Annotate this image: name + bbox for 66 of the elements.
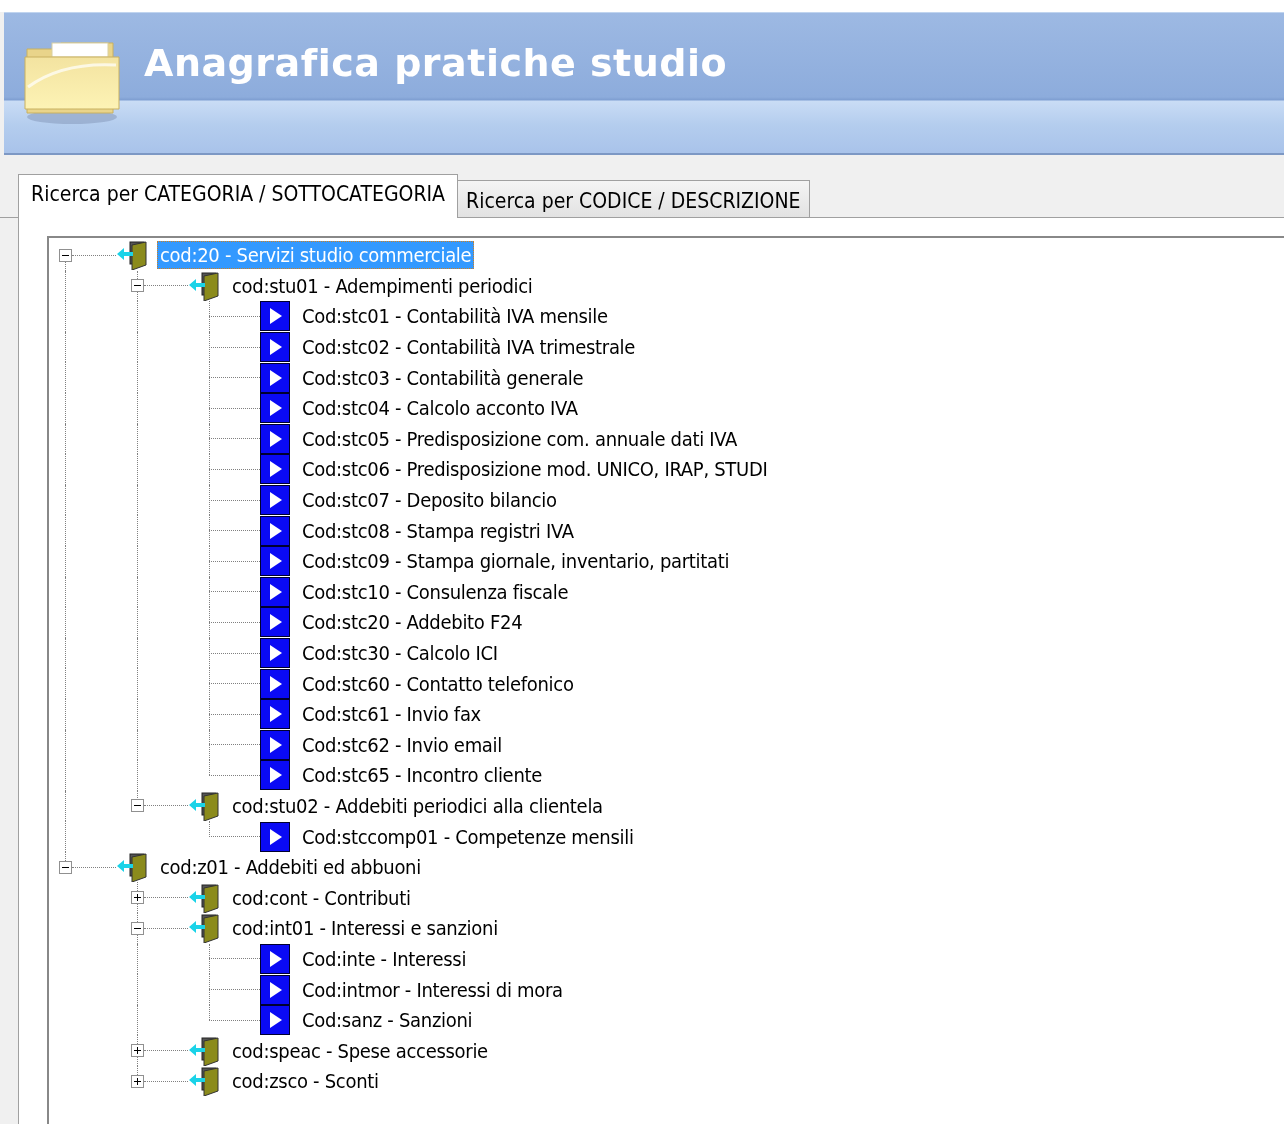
tree-item[interactable]: Cod:stc10 - Consulenza fiscale [299, 577, 572, 606]
play-icon [260, 546, 290, 577]
collapse-button[interactable] [59, 248, 72, 262]
expand-button[interactable] [131, 1044, 144, 1058]
play-icon [260, 423, 290, 454]
window-title: Anagrafica pratiche studio [144, 41, 728, 85]
tree-item[interactable]: Cod:stc20 - Addebito F24 [299, 608, 526, 637]
tree-item[interactable]: Cod:sanz - Sanzioni [299, 1006, 476, 1035]
tree-item[interactable]: cod:cont - Contributi [229, 883, 414, 912]
play-icon [260, 699, 290, 730]
tree-item[interactable]: Cod:stc01 - Contabilità IVA mensile [299, 302, 611, 331]
play-icon [260, 332, 290, 363]
collapse-button[interactable] [131, 799, 144, 813]
play-icon [260, 515, 290, 546]
tree-item[interactable]: Cod:stc06 - Predisposizione mod. UNICO, IRAP, STUDI [299, 455, 771, 484]
play-icon [260, 760, 290, 791]
door-icon [116, 240, 148, 271]
door-icon [188, 882, 220, 913]
play-icon [260, 454, 290, 485]
tree-item[interactable]: Cod:stc62 - Invio email [299, 730, 505, 759]
door-icon [188, 1066, 220, 1097]
play-icon [260, 974, 290, 1005]
play-icon [260, 301, 290, 332]
collapse-button[interactable] [131, 279, 144, 293]
play-icon [260, 1005, 290, 1036]
play-icon [260, 729, 290, 760]
tree-item[interactable]: Cod:stc05 - Predisposizione com. annuale dati IVA [299, 424, 741, 453]
tree-item[interactable]: cod:stu01 - Adempimenti periodici [229, 271, 536, 300]
tab[interactable]: Ricerca per CODICE / DESCRIZIONE [457, 180, 810, 217]
tab[interactable]: Ricerca per CATEGORIA / SOTTOCATEGORIA [18, 174, 458, 218]
play-icon [260, 362, 290, 393]
play-icon [260, 821, 290, 852]
expand-button[interactable] [131, 1074, 144, 1088]
tree-item[interactable]: cod:zsco - Sconti [229, 1067, 382, 1096]
tree-item[interactable]: Cod:stc03 - Contabilità generale [299, 363, 587, 392]
tree-item[interactable]: cod:speac - Spese accessorie [229, 1036, 491, 1065]
play-icon [260, 607, 290, 638]
door-icon [188, 791, 220, 821]
collapse-button[interactable] [131, 921, 144, 935]
tree-item[interactable]: Cod:stccomp01 - Competenze mensili [299, 822, 637, 851]
expand-button[interactable] [131, 891, 144, 905]
tree-item[interactable]: Cod:inte - Interessi [299, 944, 470, 973]
tree-item[interactable]: Cod:intmor - Interessi di mora [299, 975, 566, 1004]
play-icon [260, 943, 290, 974]
tree-item[interactable]: cod:z01 - Addebiti ed abbuoni [157, 853, 424, 882]
tree-item[interactable]: cod:int01 - Interessi e sanzioni [229, 914, 501, 943]
tree-item[interactable]: cod:stu02 - Addebiti periodici alla clientela [229, 792, 606, 820]
door-icon [188, 913, 220, 944]
play-icon [260, 485, 290, 516]
tree-item[interactable]: Cod:stc61 - Invio fax [299, 700, 484, 729]
tree-item[interactable]: Cod:stc02 - Contabilità IVA trimestrale [299, 333, 639, 362]
door-icon [116, 852, 148, 883]
play-icon [260, 668, 290, 699]
door-icon [188, 270, 220, 301]
collapse-button[interactable] [59, 860, 72, 874]
tree-item[interactable]: Cod:stc09 - Stampa giornale, inventario, partitati [299, 547, 733, 576]
tree-item[interactable]: Cod:stc08 - Stampa registri IVA [299, 516, 577, 545]
play-icon [260, 393, 290, 424]
tree-item[interactable]: Cod:stc04 - Calcolo acconto IVA [299, 394, 581, 423]
play-icon [260, 576, 290, 607]
tree-item[interactable]: Cod:stc65 - Incontro cliente [299, 761, 546, 790]
tree-item[interactable]: Cod:stc30 - Calcolo ICI [299, 639, 501, 667]
tree-item[interactable]: Cod:stc60 - Contatto telefonico [299, 669, 577, 698]
tree-item[interactable]: Cod:stc07 - Deposito bilancio [299, 486, 560, 515]
play-icon [260, 638, 290, 668]
door-icon [188, 1035, 220, 1066]
